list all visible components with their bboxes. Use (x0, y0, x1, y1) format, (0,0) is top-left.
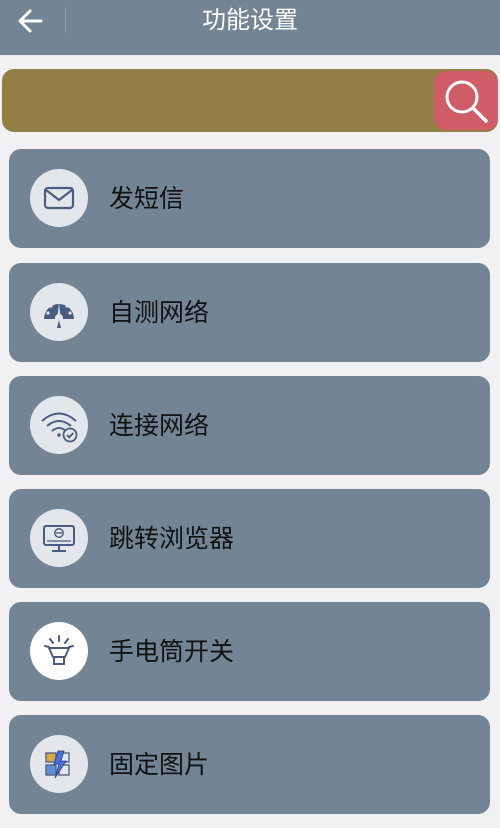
menu-item-label: 连接网络 (109, 411, 210, 440)
page-title: 功能设置 (202, 6, 298, 34)
search-bar (2, 69, 498, 132)
menu-item-pin-image[interactable]: 固定图片 (9, 715, 490, 814)
icon-badge (30, 169, 88, 227)
menu-item-flashlight-toggle[interactable]: 手电筒开关 (9, 602, 490, 701)
menu-item-label: 自测网络 (109, 298, 210, 327)
icon-badge (30, 396, 88, 454)
icon-badge (30, 283, 88, 341)
pinned-image-icon (45, 750, 70, 779)
app-bar: 功能设置 (0, 0, 500, 55)
menu-item-network-test[interactable]: 自测网络 (9, 263, 490, 362)
menu-item-label: 手电筒开关 (109, 637, 235, 666)
speedometer-icon (44, 303, 74, 328)
search-button[interactable] (434, 71, 498, 130)
icon-badge (30, 735, 88, 793)
monitor-browser-icon (43, 525, 75, 552)
flashlight-icon (44, 635, 74, 665)
search-icon (445, 80, 488, 123)
icon-badge (30, 622, 88, 680)
menu-item-label: 跳转浏览器 (109, 524, 235, 553)
menu-item-send-sms[interactable]: 发短信 (9, 149, 490, 248)
envelope-icon (43, 186, 75, 210)
search-input[interactable] (2, 69, 432, 132)
menu-item-label: 固定图片 (109, 750, 210, 779)
feature-menu: 发短信 自测网络 连接网络 跳转浏览器 手电筒开关 固定图片 (9, 149, 490, 828)
menu-item-label: 发短信 (109, 184, 185, 213)
wifi-check-icon (41, 412, 78, 443)
menu-item-open-browser[interactable]: 跳转浏览器 (9, 489, 490, 588)
menu-item-connect-network[interactable]: 连接网络 (9, 376, 490, 475)
icon-badge (30, 509, 88, 567)
